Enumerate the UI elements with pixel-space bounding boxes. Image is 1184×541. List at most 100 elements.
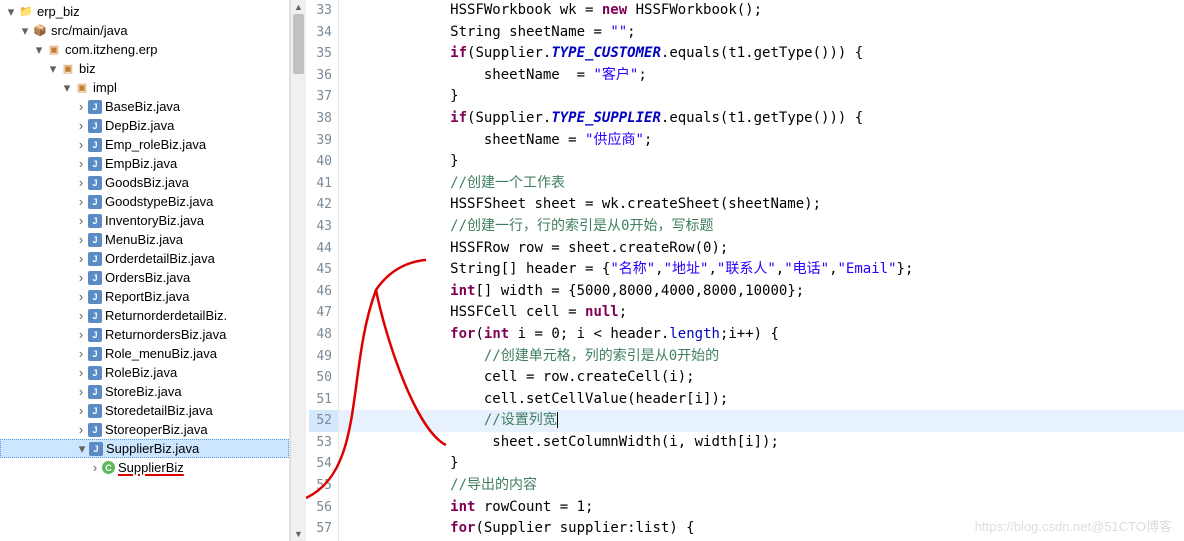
java-file-icon: J — [88, 138, 102, 152]
twisty-open-icon[interactable]: ▾ — [75, 442, 89, 455]
tree-label: com.itzheng.erp — [65, 42, 158, 57]
line-number: 40 — [309, 151, 338, 173]
tree-java-file[interactable]: ›JBaseBiz.java — [0, 97, 289, 116]
tree-java-file[interactable]: ›JReturnordersBiz.java — [0, 325, 289, 344]
tree-java-file[interactable]: ›JOrderdetailBiz.java — [0, 249, 289, 268]
tree-label: SupplierBiz.java — [106, 441, 199, 456]
twisty-open-icon[interactable]: ▾ — [18, 24, 32, 37]
twisty-closed-icon[interactable]: › — [74, 252, 88, 265]
line-number: 38 — [309, 108, 338, 130]
scrollbar-thumb[interactable] — [293, 14, 304, 74]
tree-label: StoreBiz.java — [105, 384, 182, 399]
source-folder-icon: 📦 — [32, 23, 48, 39]
tree-java-file[interactable]: ›JEmp_roleBiz.java — [0, 135, 289, 154]
line-number: 35 — [309, 43, 338, 65]
tree-java-file[interactable]: ›JGoodsBiz.java — [0, 173, 289, 192]
twisty-closed-icon[interactable]: › — [74, 309, 88, 322]
twisty-closed-icon[interactable]: › — [74, 214, 88, 227]
tree-package[interactable]: ▾▣impl — [0, 78, 289, 97]
line-number: 57 — [309, 518, 338, 540]
twisty-closed-icon[interactable]: › — [74, 233, 88, 246]
tree-scrollbar[interactable]: ▲ ▼ — [290, 0, 306, 541]
tree-java-file[interactable]: ›JStoredetailBiz.java — [0, 401, 289, 420]
tree-java-file[interactable]: ›JStoreBiz.java — [0, 382, 289, 401]
java-file-icon: J — [88, 385, 102, 399]
tree-label: SupplierBiz — [118, 460, 184, 475]
twisty-open-icon[interactable]: ▾ — [32, 43, 46, 56]
line-number: 54 — [309, 453, 338, 475]
twisty-closed-icon[interactable]: › — [74, 100, 88, 113]
twisty-closed-icon[interactable]: › — [74, 157, 88, 170]
tree-label: DepBiz.java — [105, 118, 174, 133]
code-editor[interactable]: HSSFWorkbook wk = new HSSFWorkbook(); St… — [339, 0, 1184, 541]
java-file-icon: J — [88, 290, 102, 304]
line-number: 41 — [309, 173, 338, 195]
tree-java-file[interactable]: ›JEmpBiz.java — [0, 154, 289, 173]
tree-label: Emp_roleBiz.java — [105, 137, 206, 152]
tree-label: ReturnorderdetailBiz. — [105, 308, 227, 323]
package-icon: ▣ — [74, 80, 90, 96]
java-file-icon: J — [88, 195, 102, 209]
java-file-icon: J — [89, 442, 103, 456]
line-number: 39 — [309, 130, 338, 152]
line-number: 33 — [309, 0, 338, 22]
tree-label: src/main/java — [51, 23, 128, 38]
project-explorer[interactable]: ▾📁erp_biz ▾📦src/main/java ▾▣com.itzheng.… — [0, 0, 290, 541]
twisty-closed-icon[interactable]: › — [74, 328, 88, 341]
tree-java-file[interactable]: ›JInventoryBiz.java — [0, 211, 289, 230]
tree-java-file[interactable]: ›JOrdersBiz.java — [0, 268, 289, 287]
project-icon: 📁 — [18, 4, 34, 20]
tree-java-file[interactable]: ›JStoreoperBiz.java — [0, 420, 289, 439]
tree-java-file[interactable]: ›JReportBiz.java — [0, 287, 289, 306]
twisty-closed-icon[interactable]: › — [74, 290, 88, 303]
tree-src-folder[interactable]: ▾📦src/main/java — [0, 21, 289, 40]
line-number-gutter: 3334353637383940414243444546474849505152… — [309, 0, 339, 541]
line-number: 47 — [309, 302, 338, 324]
tree-java-file[interactable]: ›JDepBiz.java — [0, 116, 289, 135]
twisty-closed-icon[interactable]: › — [74, 366, 88, 379]
twisty-closed-icon[interactable]: › — [74, 138, 88, 151]
twisty-closed-icon[interactable]: › — [74, 176, 88, 189]
tree-project[interactable]: ▾📁erp_biz — [0, 2, 289, 21]
scroll-down-icon[interactable]: ▼ — [291, 527, 306, 541]
package-icon: ▣ — [46, 42, 62, 58]
java-file-icon: J — [88, 271, 102, 285]
twisty-closed-icon[interactable]: › — [88, 461, 102, 474]
scroll-up-icon[interactable]: ▲ — [291, 0, 306, 14]
java-file-icon: J — [88, 100, 102, 114]
tree-package[interactable]: ▾▣com.itzheng.erp — [0, 40, 289, 59]
tree-label: MenuBiz.java — [105, 232, 183, 247]
java-file-icon: J — [88, 347, 102, 361]
twisty-closed-icon[interactable]: › — [74, 271, 88, 284]
tree-java-file[interactable]: ›JGoodstypeBiz.java — [0, 192, 289, 211]
tree-java-file[interactable]: ›JMenuBiz.java — [0, 230, 289, 249]
twisty-open-icon[interactable]: ▾ — [46, 62, 60, 75]
tree-java-file[interactable]: ›JRole_menuBiz.java — [0, 344, 289, 363]
twisty-closed-icon[interactable]: › — [74, 195, 88, 208]
line-number: 37 — [309, 86, 338, 108]
twisty-closed-icon[interactable]: › — [74, 119, 88, 132]
twisty-closed-icon[interactable]: › — [74, 385, 88, 398]
tree-label: erp_biz — [37, 4, 80, 19]
java-file-icon: J — [88, 176, 102, 190]
tree-label: ReturnordersBiz.java — [105, 327, 226, 342]
java-file-icon: J — [88, 214, 102, 228]
twisty-open-icon[interactable]: ▾ — [60, 81, 74, 94]
twisty-closed-icon[interactable]: › — [74, 423, 88, 436]
twisty-open-icon[interactable]: ▾ — [4, 5, 18, 18]
line-number: 52 — [309, 410, 338, 432]
line-number: 49 — [309, 346, 338, 368]
tree-java-file-selected[interactable]: ▾JSupplierBiz.java — [0, 439, 289, 458]
java-file-icon: J — [88, 328, 102, 342]
line-number: 50 — [309, 367, 338, 389]
java-file-icon: J — [88, 404, 102, 418]
tree-class[interactable]: ›CSupplierBiz — [0, 458, 289, 477]
line-number: 46 — [309, 281, 338, 303]
tree-java-file[interactable]: ›JRoleBiz.java — [0, 363, 289, 382]
twisty-closed-icon[interactable]: › — [74, 404, 88, 417]
tree-label: StoredetailBiz.java — [105, 403, 213, 418]
line-number: 36 — [309, 65, 338, 87]
twisty-closed-icon[interactable]: › — [74, 347, 88, 360]
tree-java-file[interactable]: ›JReturnorderdetailBiz. — [0, 306, 289, 325]
tree-package[interactable]: ▾▣biz — [0, 59, 289, 78]
